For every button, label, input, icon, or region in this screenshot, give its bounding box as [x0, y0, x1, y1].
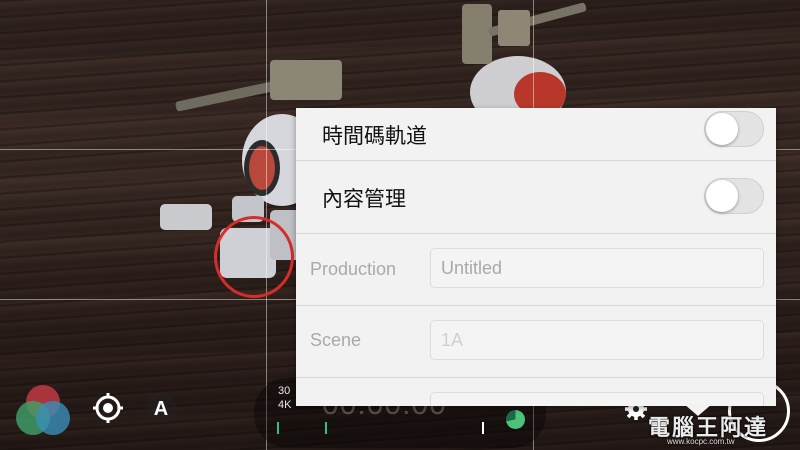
setting-row-timecode-track: 時間碼軌道: [296, 108, 776, 161]
settings-popover: 時間碼軌道 內容管理 Production Untitled Scene 1A: [296, 108, 776, 406]
setting-row-partial: [296, 378, 776, 406]
scene-field[interactable]: 1A: [430, 320, 764, 360]
auto-mode-label: A: [154, 398, 168, 420]
level-tick: [325, 422, 327, 434]
auto-mode-button[interactable]: A: [145, 392, 177, 424]
focus-highlight-ring: [214, 216, 294, 298]
color-wheel-icon[interactable]: [14, 382, 72, 440]
next-field[interactable]: [430, 392, 764, 406]
timecode-track-label: 時間碼軌道: [322, 124, 427, 148]
content-management-toggle[interactable]: [704, 178, 764, 214]
setting-row-production: Production Untitled: [296, 234, 776, 306]
level-tick: [277, 422, 279, 434]
toggle-knob: [706, 180, 738, 212]
toggle-knob: [706, 113, 738, 145]
setting-row-scene: Scene 1A: [296, 306, 776, 378]
framerate-label: 30: [278, 385, 291, 397]
timecode-track-toggle[interactable]: [704, 111, 764, 147]
production-label: Production: [310, 259, 397, 279]
production-field[interactable]: Untitled: [430, 248, 764, 288]
resolution-label: 4K: [278, 399, 292, 411]
target-icon[interactable]: [92, 392, 124, 424]
setting-row-content-management: 內容管理: [296, 161, 776, 234]
storage-indicator-icon: [506, 410, 525, 429]
content-management-label: 內容管理: [322, 187, 406, 211]
scene-label: Scene: [310, 330, 362, 350]
recording-spec: 30 4K: [278, 384, 291, 412]
watermark-url: www.kocpc.com.tw: [667, 437, 735, 446]
level-tick: [482, 422, 484, 434]
